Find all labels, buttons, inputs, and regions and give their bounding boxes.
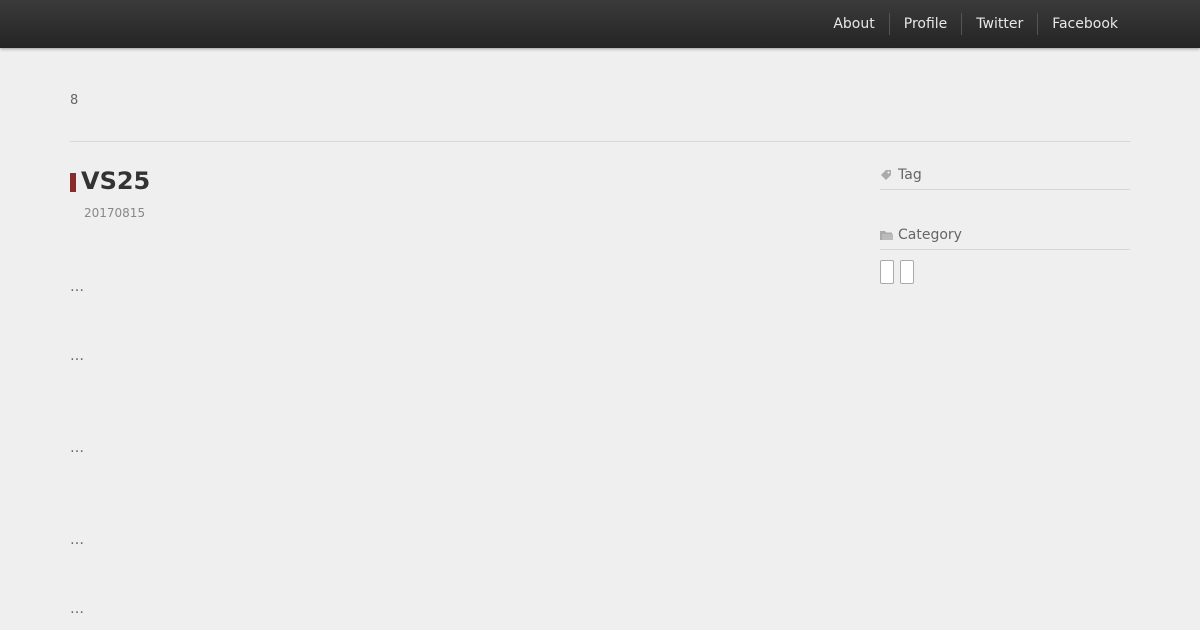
post-title-text[interactable]: VS25 <box>81 166 150 196</box>
nav-link-twitter[interactable]: Twitter <box>961 13 1037 35</box>
post-paragraph-5: … <box>70 601 84 617</box>
top-navigation-bar: About Profile Twitter Facebook <box>0 0 1200 48</box>
post-paragraph-3: … <box>70 440 84 456</box>
sidebar-category-heading: Category <box>880 221 1130 250</box>
category-link-2[interactable] <box>900 260 914 284</box>
sidebar-category-label: Category <box>898 227 962 243</box>
nav-link-about[interactable]: About <box>819 13 888 35</box>
sidebar-tag-heading: Tag <box>880 161 1130 190</box>
breadcrumb[interactable]: 8 <box>70 93 78 108</box>
post-paragraph-1: … <box>70 279 84 295</box>
title-accent-bar <box>70 172 76 192</box>
sidebar-tag-label: Tag <box>898 167 922 183</box>
main-nav: About Profile Twitter Facebook <box>819 0 1132 48</box>
nav-link-facebook[interactable]: Facebook <box>1037 13 1132 35</box>
category-link-1[interactable] <box>880 260 894 284</box>
post-paragraph-2: … <box>70 348 84 364</box>
post-paragraph-4: … <box>70 532 84 548</box>
post-date: 20170815 <box>84 206 146 220</box>
folder-icon <box>880 230 898 241</box>
tag-icon <box>880 169 898 181</box>
nav-link-profile[interactable]: Profile <box>888 13 962 35</box>
post-title: VS25 <box>70 166 150 196</box>
header-divider <box>70 141 1131 142</box>
